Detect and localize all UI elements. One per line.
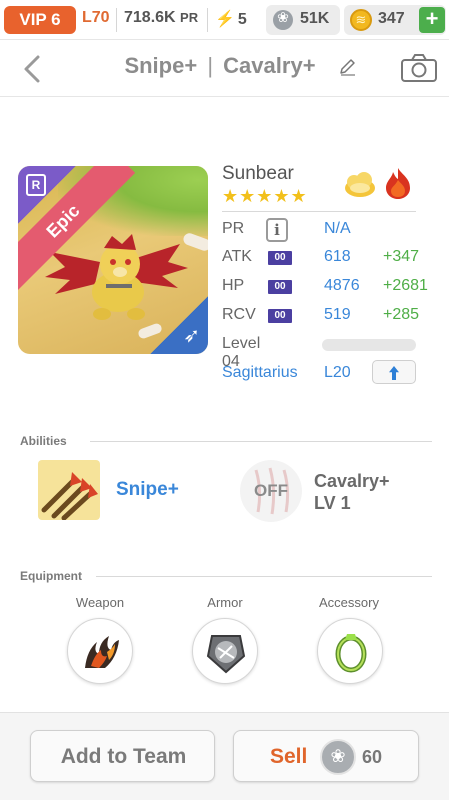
stat-tag: 00 [268,280,292,294]
title-ability-one: Snipe [124,53,185,78]
cavalry-label: Cavalry+ [314,471,390,491]
section-heading-equipment: Equipment [20,569,82,583]
coin-icon [350,9,372,31]
stat-label: PR [222,220,245,237]
energy-value: 5 [237,11,247,28]
stat-tag: 00 [268,251,292,265]
stat-label: HP [222,277,245,294]
stat-value: 519 [324,306,351,323]
divider [90,441,432,442]
ability-status-off: OFF [254,481,288,500]
stat-tag: 00 [268,309,292,323]
equipment-label-accessory: Accessory [319,595,379,610]
light-element-icon [345,172,375,197]
equipment-label-weapon: Weapon [75,595,125,610]
rank-badge: R [26,174,46,196]
coin-count: 347 [378,10,405,27]
add-to-team-label: Add to Team [60,745,187,768]
ability-name-cavalry: Cavalry+ LV 1 [314,470,390,514]
fire-element-icon [386,168,410,199]
snipe-ability-icon[interactable] [38,460,100,520]
power-rating: 718.6K PR [124,9,198,27]
armor-slot[interactable] [192,618,258,684]
divider [207,8,208,32]
accessory-ring-icon [335,634,367,673]
power-unit: PR [180,10,199,25]
stat-bonus: +285 [383,306,420,323]
sell-amount: 60 [362,747,383,767]
paw-icon [273,9,293,30]
upgrade-arrow-button[interactable] [372,360,416,384]
power-value: 718.6K [124,9,176,26]
zodiac-corner: ➶ [150,296,208,354]
cavalry-level: LV 1 [314,493,351,513]
camera-icon[interactable] [400,53,438,83]
title-plus-one: + [184,53,198,78]
info-icon[interactable]: i [266,218,288,242]
paw-count: 51K [300,10,330,27]
star-rating: ★★★★★ [222,186,308,206]
monster-portrait: Epic R ➶ [18,166,208,354]
back-arrow-icon[interactable] [18,51,48,87]
sagittarius-arrow-icon: ➶ [183,325,200,347]
zodiac-level: L20 [324,364,351,381]
stat-value: 4876 [324,277,360,294]
xp-progress-bar [322,339,416,351]
monster-name: Sunbear [222,163,294,184]
stat-value: N/A [324,220,351,237]
pencil-icon[interactable] [338,57,358,77]
stat-bonus: +347 [383,248,420,265]
header: Snipe+ | Cavalry+ [0,41,449,97]
energy-counter[interactable]: ⚡ 5 [215,9,247,29]
weapon-claw-icon [85,636,119,668]
title-ability-two: Cavalry [223,53,303,78]
stat-value: 618 [324,248,351,265]
divider [222,211,416,212]
section-heading-abilities: Abilities [20,434,67,448]
zodiac-link[interactable]: Sagittarius [222,364,298,382]
sell-button[interactable]: Sell 60 [233,730,419,782]
player-level: L70 [82,9,110,26]
weapon-slot[interactable] [67,618,133,684]
status-bar: VIP 6 L70 718.6K PR ⚡5 51K 347 + [0,0,449,40]
add-coins-button[interactable]: + [419,7,445,33]
stat-label: RCV [222,306,256,323]
accessory-slot[interactable] [317,618,383,684]
equipment-label-armor: Armor [207,595,243,610]
footer-bar: Add to Team Sell 60 [0,712,449,800]
paw-coin-icon [320,739,356,775]
armor-shield-icon [206,635,246,674]
divider [96,576,432,577]
add-to-team-button[interactable]: Add to Team [30,730,215,782]
vip-badge[interactable]: VIP 6 [4,6,76,34]
ability-name-snipe[interactable]: Snipe+ [116,479,179,501]
sell-label: Sell [270,745,308,768]
stat-bonus: +2681 [383,277,428,294]
triple-arrow-icon [41,472,98,520]
lightning-icon: ⚡ [215,11,235,28]
title-plus-two: + [302,53,316,78]
divider [116,8,117,32]
page-title: Snipe+ | Cavalry+ [100,53,340,79]
stat-label: ATK [222,248,252,265]
title-separator: | [207,53,214,78]
